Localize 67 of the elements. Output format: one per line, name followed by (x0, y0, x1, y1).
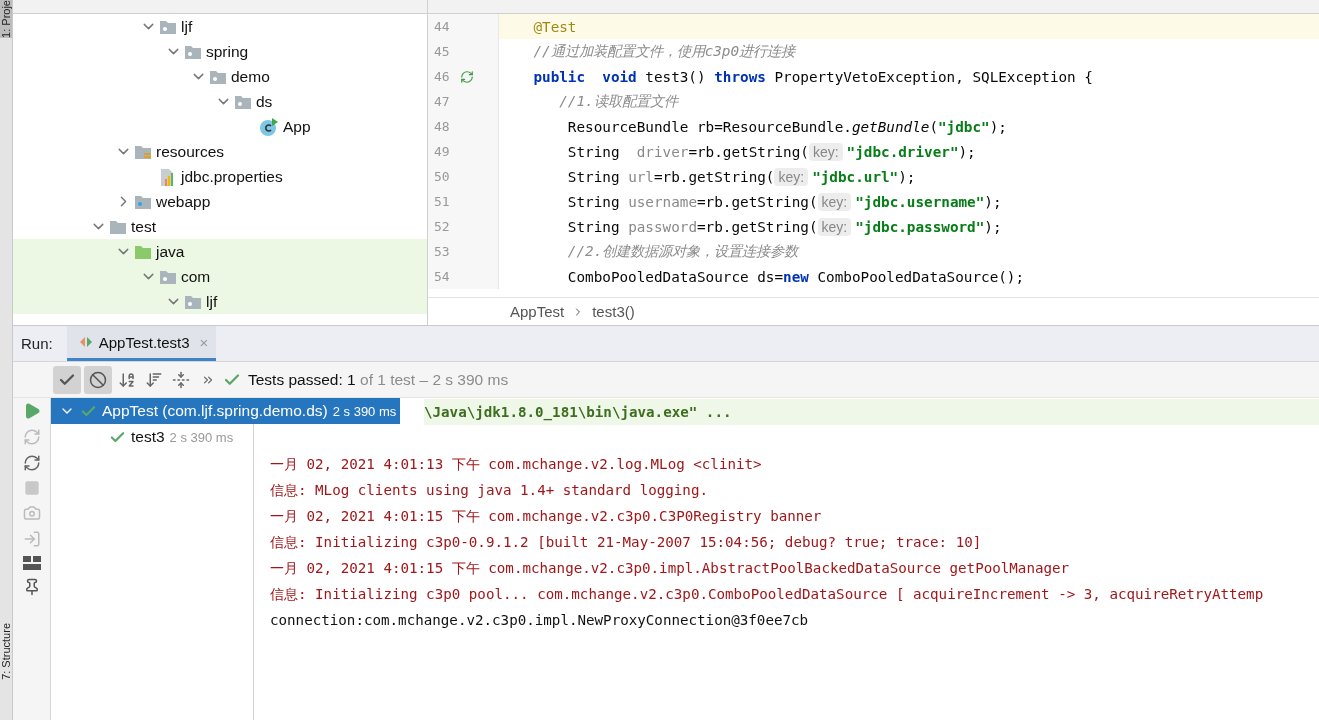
project-tool-tab[interactable]: 1: Proje (0, 0, 12, 38)
console-line: 一月 02, 2021 4:01:15 下午 com.mchange.v2.c3p0.impl.AbstractPoolBackedDataSource getPoolManager (269, 558, 1071, 578)
code-line: String driver=rb.getString( key: "jdbc.driver"); (566, 143, 976, 160)
show-ignored-toggle[interactable] (84, 365, 112, 394)
console-line: 信息: MLog clients using java 1.4+ standard logging. (269, 480, 709, 500)
run-label: Run: (21, 335, 53, 352)
folder-icon (109, 218, 127, 235)
code-line: String password=rb.getString( key: "jdbc.password"); (566, 218, 1002, 235)
line-number: 51 (434, 194, 450, 209)
code-line: //2.创建数据源对象，设置连接参数 (566, 242, 799, 261)
tree-item[interactable]: App (13, 114, 427, 139)
tree-item[interactable]: com (13, 264, 427, 289)
structure-tool-tab[interactable]: 7: Structure (0, 623, 12, 680)
console-line: 信息: Initializing c3p0 pool... com.mchange.v2.c3p0.ComboPooledDataSource [ acquireIncrement -> 3, acquireRetryAttemp (269, 584, 1265, 604)
line-number: 52 (434, 219, 450, 234)
breadcrumb[interactable]: test3() (592, 303, 635, 320)
code-line: @Test (532, 18, 577, 35)
console-line: 信息: Initializing c3p0-0.9.1.2 [built 21-May-2007 15:04:56; debug? true; trace: 10] (269, 532, 983, 552)
tree-item[interactable]: ljf (13, 289, 427, 314)
tree-item[interactable]: jdbc.properties (13, 164, 427, 189)
folder-icon (134, 243, 152, 260)
code-line: public void test3() throws PropertyVetoException, SQLException { (532, 68, 1093, 85)
show-passed-toggle[interactable] (53, 365, 81, 394)
tree-item[interactable]: webapp (13, 189, 427, 214)
package-icon (184, 43, 202, 60)
line-number: 46 (434, 69, 450, 84)
test-status: Tests passed: 1 of 1 test – 2 s 390 ms (248, 370, 509, 389)
package-icon (209, 68, 227, 85)
console-line: 一月 02, 2021 4:01:15 下午 com.mchange.v2.c3p0.C3P0Registry banner (269, 506, 823, 526)
code-line: ComboPooledDataSource ds=new ComboPooledDataSource(); (566, 268, 1025, 285)
code-line: //通过加装配置文件，使用c3p0进行连接 (532, 42, 796, 61)
console-line: connection:com.mchange.v2.c3p0.impl.NewProxyConnection@3f0ee7cb (269, 611, 810, 630)
tree-item[interactable]: ljf (13, 14, 427, 39)
package-icon (234, 93, 252, 110)
folder-icon (134, 193, 152, 210)
tree-item[interactable]: demo (13, 64, 427, 89)
rerun-icon[interactable] (22, 454, 41, 472)
package-icon (159, 268, 177, 285)
tree-item[interactable]: test (13, 214, 427, 239)
tree-item[interactable]: resources (13, 139, 427, 164)
breadcrumb[interactable]: AppTest (510, 303, 565, 320)
code-line: String username=rb.getString( key: "jdbc.username"); (566, 193, 1002, 210)
line-number: 45 (434, 44, 450, 59)
run-gutter-icon[interactable] (459, 69, 474, 84)
line-number: 50 (434, 169, 450, 184)
code-line: String url=rb.getString( key: "jdbc.url"); (566, 168, 916, 185)
tree-item[interactable]: java (13, 239, 427, 264)
run-tab[interactable]: AppTest.test3 × (66, 326, 217, 361)
line-number: 54 (434, 269, 450, 284)
resources-folder-icon (134, 143, 152, 160)
tree-item[interactable]: ds (13, 89, 427, 114)
line-number: 48 (434, 119, 450, 134)
layout-icon[interactable] (22, 556, 41, 570)
package-icon (184, 293, 202, 310)
code-line: //1.读取配置文件 (558, 92, 678, 111)
tree-item[interactable]: spring (13, 39, 427, 64)
test-tree-item[interactable]: AppTest (com.ljf.spring.demo.ds) 2 s 390 ms (51, 398, 401, 424)
ban-icon (89, 370, 107, 389)
test-run-icon (78, 335, 93, 349)
console-line: 一月 02, 2021 4:01:13 下午 com.mchange.v2.log.MLog <clinit> (269, 454, 763, 474)
line-number: 49 (434, 144, 450, 159)
package-icon (159, 18, 177, 35)
line-number: 53 (434, 244, 450, 259)
class-icon (259, 116, 279, 137)
code-line: ResourceBundle rb=ResourceBundle.getBundle("jdbc"); (566, 118, 1007, 135)
line-number: 44 (434, 19, 450, 34)
line-number: 47 (434, 94, 450, 109)
